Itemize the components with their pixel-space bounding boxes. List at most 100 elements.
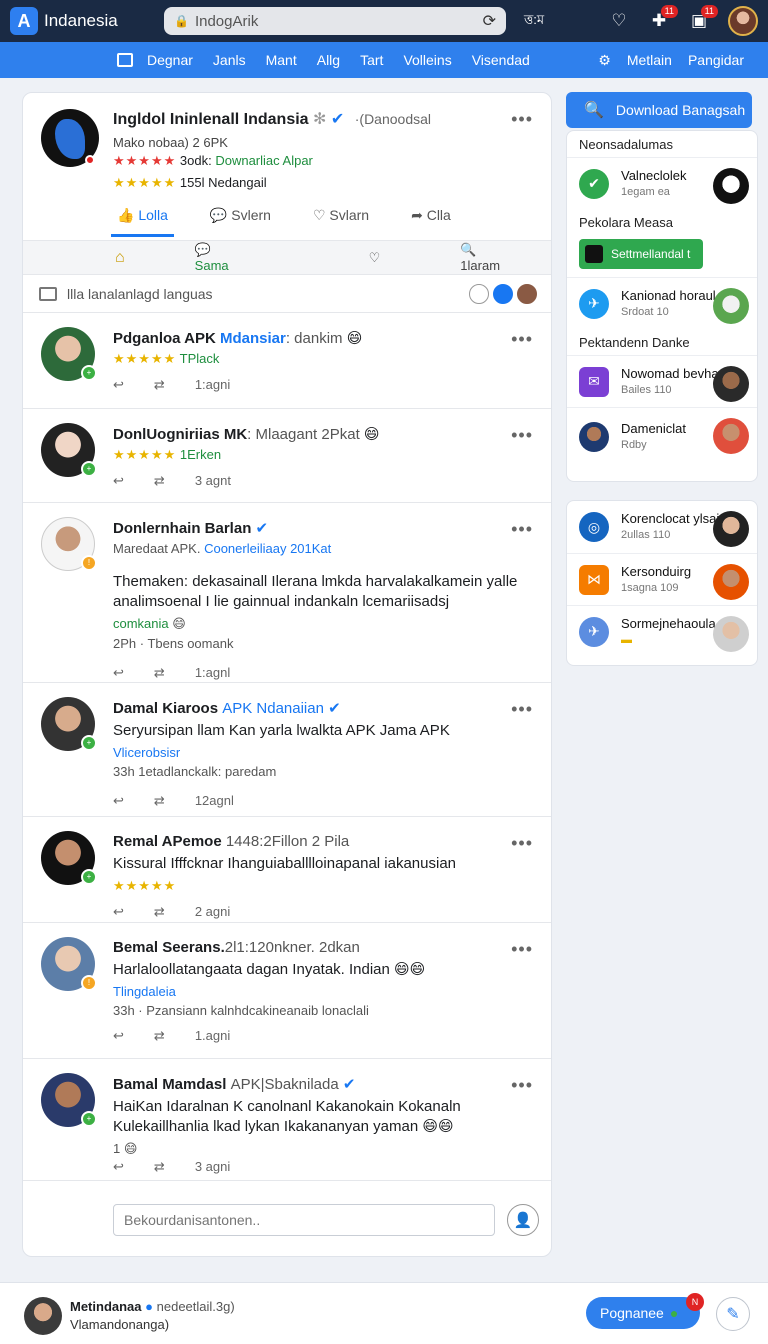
repost-icon[interactable]: ⇄: [154, 1159, 165, 1175]
sidebar-item[interactable]: ✉ Nowomad bevha Bailes 110: [567, 355, 757, 407]
home-action-icon[interactable]: ⌂: [115, 249, 125, 267]
user-icon: ●: [145, 1299, 153, 1314]
nav-item[interactable]: Allg: [317, 52, 340, 68]
sidebar-panel: Neonsadalumas ✔ Valneclolek 1egam ea Peko…: [566, 130, 758, 482]
tab-like[interactable]: 👍 Lolla: [111, 197, 174, 237]
reply-icon[interactable]: ↩: [113, 1028, 124, 1044]
filter-toggle-icon[interactable]: [469, 283, 489, 304]
inbox-icon[interactable]: ▣ 11: [688, 5, 718, 31]
compose-icon[interactable]: ✎: [716, 1297, 750, 1331]
post-author[interactable]: DonlUogniriias MK: Mlaagant 2Pkat 😄: [113, 425, 535, 443]
more-icon[interactable]: •••: [511, 1075, 533, 1096]
primary-button[interactable]: Pognanee ● N: [586, 1293, 704, 1329]
repost-icon[interactable]: ⇄: [154, 665, 165, 681]
contact-avatar[interactable]: [713, 418, 749, 454]
verified-icon: ✔: [342, 1076, 356, 1093]
online-badge: +: [81, 869, 97, 885]
contact-avatar[interactable]: [713, 511, 749, 547]
more-icon[interactable]: •••: [511, 519, 533, 540]
url-text[interactable]: IndogArik: [195, 13, 258, 30]
post-text: Themaken: dekasainall Ilerana lmkda harv…: [113, 573, 518, 610]
heart-icon: ♡: [312, 207, 326, 223]
app-logo-icon[interactable]: A: [10, 7, 38, 35]
search-action[interactable]: 🔍 1laram: [460, 242, 551, 273]
check-icon: ✔: [579, 168, 609, 199]
notification-icon[interactable]: ✚ 11: [648, 5, 678, 31]
comment-input[interactable]: [113, 1204, 495, 1236]
tab-share[interactable]: ➦ Clla: [405, 197, 457, 237]
nav-item[interactable]: Degnar: [147, 52, 193, 68]
repost-icon[interactable]: ⇄: [154, 473, 165, 489]
green-action-button[interactable]: Settmellandal t: [579, 239, 703, 269]
contact-avatar[interactable]: [713, 366, 749, 402]
add-icon[interactable]: [493, 283, 513, 304]
reply-icon[interactable]: ↩: [113, 377, 124, 393]
filter-avatar[interactable]: [517, 283, 537, 304]
filter-row[interactable]: llla lanalanlagd languas: [23, 275, 551, 313]
footer-avatar[interactable]: [24, 1297, 62, 1335]
repost-icon[interactable]: ⇄: [154, 1028, 165, 1044]
nav-right-link[interactable]: Pangidar: [688, 52, 744, 68]
home-icon[interactable]: [117, 53, 133, 67]
more-icon[interactable]: •••: [511, 699, 533, 720]
more-icon[interactable]: •••: [511, 833, 533, 854]
post-author[interactable]: Donlernhain Barlan ✔: [113, 519, 535, 537]
reply-icon[interactable]: ↩: [113, 665, 124, 681]
settings-link[interactable]: Metlain: [627, 52, 672, 68]
footer-subtitle: Vlamandonanga): [70, 1317, 170, 1332]
reply-icon[interactable]: ↩: [113, 904, 124, 920]
contact-avatar: [579, 421, 609, 452]
tab-favorite[interactable]: ♡ Svlarn: [307, 197, 375, 237]
reply-icon[interactable]: ↩: [113, 473, 124, 489]
repost-icon[interactable]: ⇄: [154, 377, 165, 393]
repost-icon[interactable]: ⇄: [154, 793, 165, 809]
post-author[interactable]: Bemal Seerans.2l1:120nkner. 2dkan: [113, 939, 535, 956]
nav-item[interactable]: Tart: [360, 52, 383, 68]
verified-icon: ✔: [330, 111, 345, 128]
profile-icon[interactable]: 👤: [507, 1204, 539, 1236]
more-icon[interactable]: •••: [511, 425, 533, 446]
heart-action-icon[interactable]: ♡: [369, 250, 381, 266]
contact-avatar[interactable]: [713, 616, 749, 652]
nav-item[interactable]: Volleins: [403, 52, 451, 68]
post-text: Harlaloollatangaata dagan Inyatak. India…: [113, 961, 426, 978]
nav-item[interactable]: Janls: [213, 52, 246, 68]
profile-header: Ingldol Ininlenall Indansia ✻ ✔ ·(Danood…: [23, 93, 551, 241]
chat-icon[interactable]: ♡: [608, 11, 630, 31]
address-bar[interactable]: 🔒 IndogArik ⟳: [164, 7, 506, 35]
bird-icon: ✈: [579, 616, 609, 647]
share-action[interactable]: 💬 Sama: [195, 242, 299, 273]
button-badge: N: [686, 1293, 704, 1311]
sidebar-item[interactable]: ◎ Korenclocat ylsai 2ullas 110: [567, 501, 757, 553]
nav-item[interactable]: Mant: [266, 52, 297, 68]
more-icon[interactable]: •••: [511, 329, 533, 350]
post-author[interactable]: Remal APemoe 1448:2Fillon 2 Pila: [113, 833, 535, 850]
reply-icon[interactable]: ↩: [113, 1159, 124, 1175]
repost-icon[interactable]: ⇄: [154, 904, 165, 920]
feed-panel: Ingldol Ininlenall Indansia ✻ ✔ ·(Danood…: [22, 92, 552, 1257]
sidebar-item[interactable]: Dameniclat Rdby: [567, 407, 757, 465]
app-brand: Indanesia: [44, 11, 118, 30]
contact-avatar[interactable]: [713, 168, 749, 204]
more-icon[interactable]: •••: [511, 939, 533, 960]
sidebar-item[interactable]: ✈ Kanionad horaul Srdoat 10: [567, 277, 757, 329]
tab-comment[interactable]: 💬 Svlern: [204, 197, 277, 237]
download-button[interactable]: 🔍 Download Banagsah: [566, 92, 752, 128]
more-icon[interactable]: •••: [511, 109, 533, 130]
post-author[interactable]: Damal Kiaroos APK Ndanaiian ✔: [113, 699, 535, 717]
sidebar-item[interactable]: ⋈ Kersonduirg 1sagna 109: [567, 553, 757, 605]
thumbs-up-icon: 👍: [117, 207, 135, 223]
online-badge: +: [81, 1111, 97, 1127]
contact-avatar[interactable]: [713, 564, 749, 600]
gear-icon[interactable]: ⚙: [598, 52, 611, 69]
sidebar-item[interactable]: ✔ Valneclolek 1egam ea: [567, 157, 757, 209]
reply-icon[interactable]: ↩: [113, 793, 124, 809]
reload-icon[interactable]: ⟳: [483, 11, 496, 31]
inbox-badge: 11: [700, 5, 718, 18]
post-author[interactable]: Bamal Mamdasl APK|Sbaknilada ✔: [113, 1075, 535, 1093]
post-author[interactable]: Pdganloa APK Mdansiar: dankim 😄: [113, 329, 535, 347]
nav-item[interactable]: Visendad: [472, 52, 530, 68]
contact-avatar[interactable]: [713, 288, 749, 324]
user-avatar[interactable]: [728, 6, 758, 36]
sidebar-item[interactable]: ✈ Sormejnehaoula ▬: [567, 605, 757, 657]
